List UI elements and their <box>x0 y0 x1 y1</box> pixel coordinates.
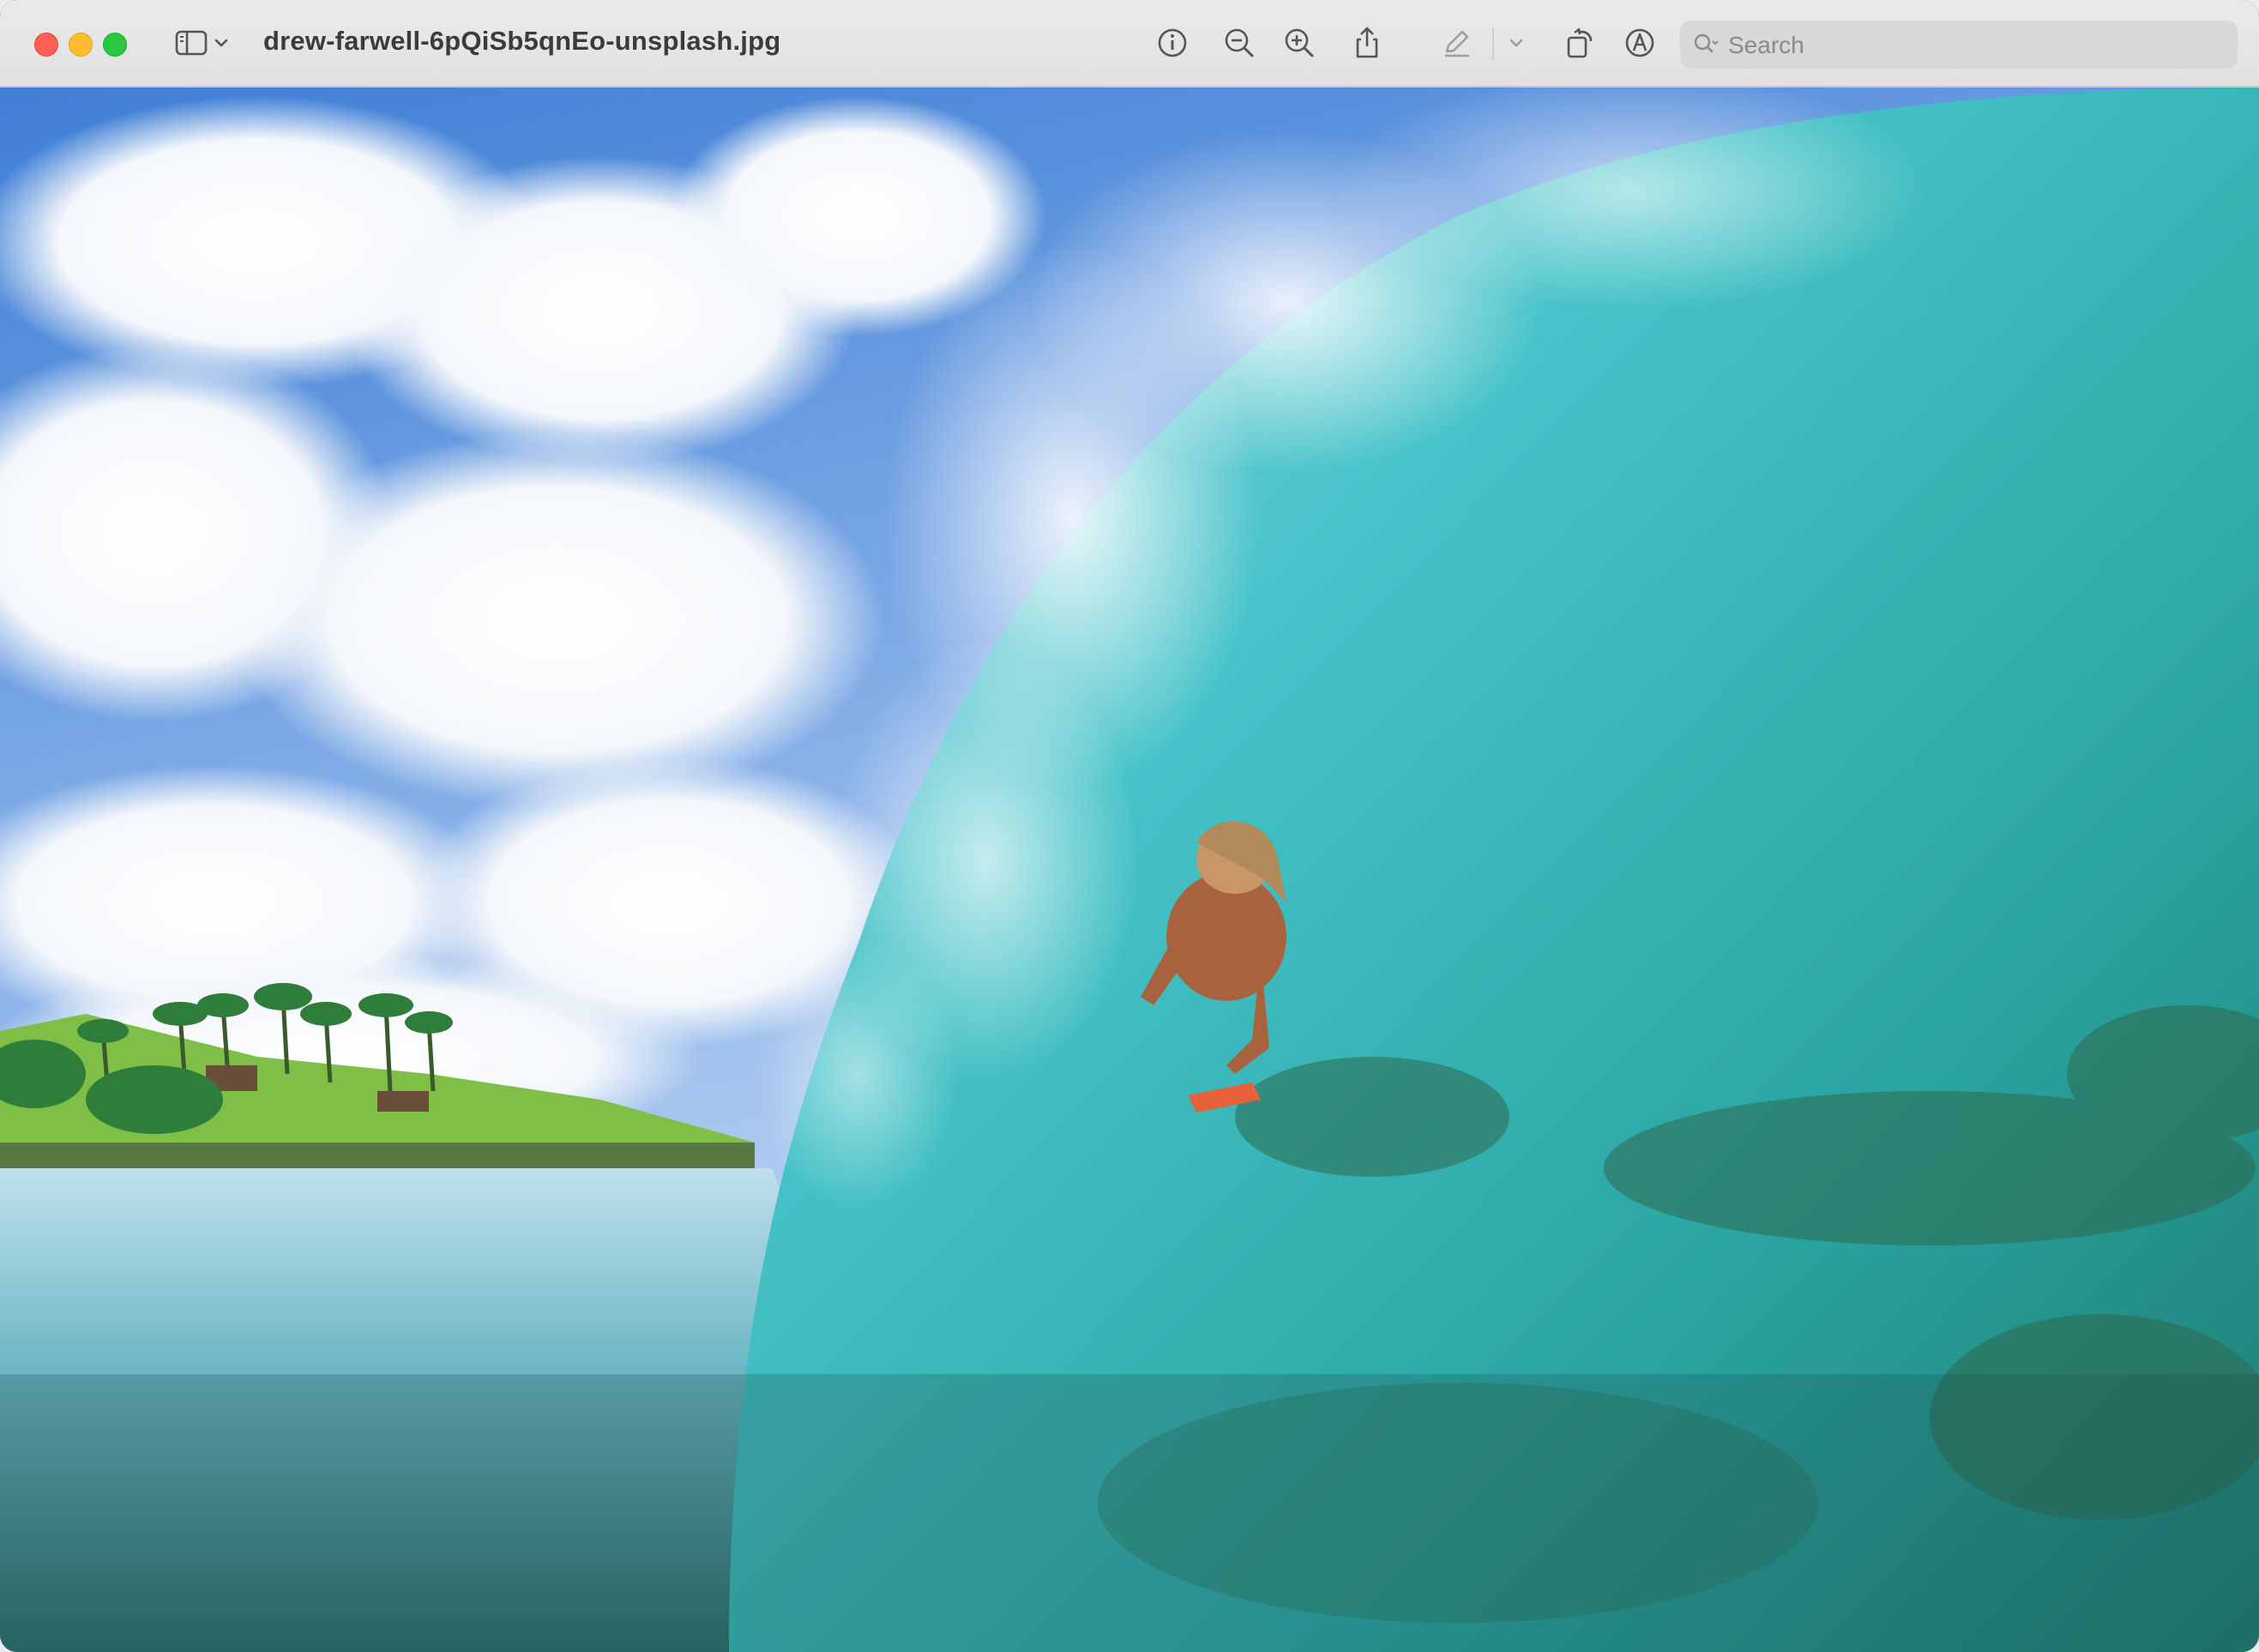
zoom-out-icon <box>1225 28 1254 57</box>
minimize-button[interactable] <box>69 33 93 57</box>
markup-icon <box>1625 28 1654 57</box>
preview-window: drew-farwell-6pQiSb5qnEo-unsplash.jpg <box>0 0 2259 1652</box>
zoom-in-button[interactable] <box>1279 22 1320 63</box>
window-title: drew-farwell-6pQiSb5qnEo-unsplash.jpg <box>263 26 781 56</box>
surf-photo <box>0 87 2259 1652</box>
search-input[interactable] <box>1726 26 2227 65</box>
title-bar: drew-farwell-6pQiSb5qnEo-unsplash.jpg <box>0 0 2259 87</box>
search-field[interactable] <box>1680 21 2238 69</box>
zoom-out-button[interactable] <box>1219 22 1260 63</box>
sidebar-icon <box>175 30 208 56</box>
chevron-down-icon <box>214 39 228 47</box>
maximize-button[interactable] <box>103 33 127 57</box>
close-button[interactable] <box>34 33 58 57</box>
chevron-down-icon <box>1509 39 1523 47</box>
info-icon <box>1158 28 1187 57</box>
search-icon <box>1692 31 1720 58</box>
toolbar-separator <box>1492 27 1494 60</box>
sidebar-toggle-button[interactable] <box>171 22 212 63</box>
image-canvas <box>0 87 2259 1652</box>
highlight-menu-button[interactable] <box>1504 22 1528 63</box>
zoom-in-icon <box>1285 28 1314 57</box>
share-icon <box>1356 27 1378 58</box>
share-button[interactable] <box>1346 22 1388 63</box>
sidebar-menu-button[interactable] <box>209 22 233 63</box>
markup-pen-icon <box>1445 30 1469 57</box>
rotate-icon <box>1567 27 1593 58</box>
markup-button[interactable] <box>1619 22 1660 63</box>
highlight-button[interactable] <box>1437 22 1478 63</box>
info-button[interactable] <box>1152 22 1193 63</box>
rotate-button[interactable] <box>1559 22 1600 63</box>
